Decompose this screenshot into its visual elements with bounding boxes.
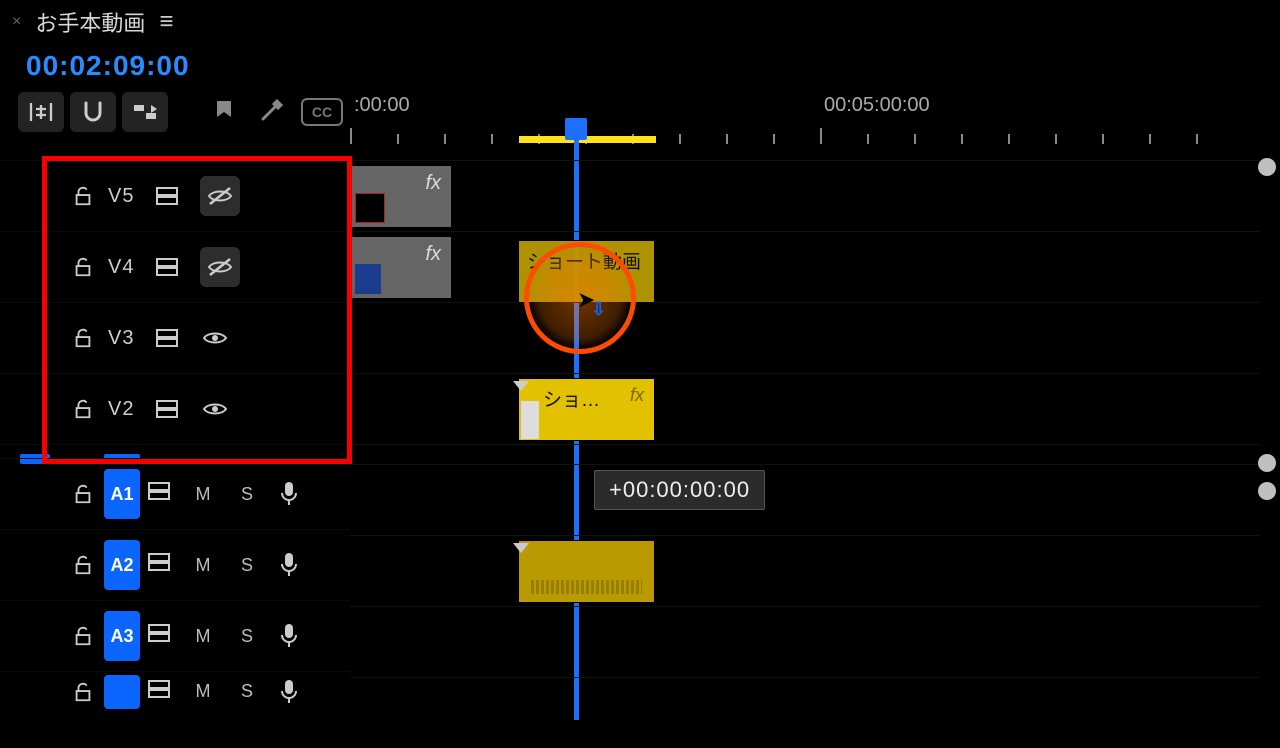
- annotation-highlight: [42, 156, 352, 464]
- track-header-a3[interactable]: A3 M S: [0, 600, 350, 671]
- fx-badge: fx: [425, 243, 441, 266]
- source-patch-a2[interactable]: A2: [104, 540, 140, 590]
- cc-icon: CC: [301, 98, 343, 126]
- lock-icon[interactable]: [72, 681, 94, 703]
- clip-a2[interactable]: [518, 540, 655, 603]
- track-header-a2[interactable]: A2 M S: [0, 529, 350, 600]
- source-patch-a4[interactable]: [104, 675, 140, 709]
- clip-thumbnail: [355, 264, 381, 294]
- playhead-handle[interactable]: [565, 118, 587, 140]
- source-patch-a1[interactable]: A1: [104, 469, 140, 519]
- mute-button[interactable]: M: [192, 484, 214, 505]
- track-header-a4[interactable]: M S: [0, 671, 350, 711]
- lane-a4[interactable]: [350, 677, 1260, 748]
- panel-menu-button[interactable]: ≡: [159, 8, 173, 36]
- drag-offset-tooltip: +00:00:00:00: [594, 470, 765, 510]
- snap-icon[interactable]: [70, 92, 116, 132]
- ruler-ticks: [350, 126, 1260, 144]
- lock-icon[interactable]: [72, 554, 94, 576]
- clip-title: ショ…: [543, 385, 600, 412]
- playhead-timecode[interactable]: 00:02:09:00: [26, 50, 190, 82]
- sequence-name[interactable]: お手本動画: [35, 6, 145, 38]
- marker-icon[interactable]: [204, 92, 244, 132]
- lane-a1[interactable]: [350, 464, 1260, 535]
- timeline-toolbar: CC: [18, 92, 348, 132]
- track-divider-handle[interactable]: [1258, 454, 1276, 472]
- clip-in-handle[interactable]: [513, 543, 529, 553]
- clip-v2[interactable]: ショ… fx: [518, 378, 655, 441]
- lane-v3[interactable]: [350, 302, 1260, 373]
- ripple-insert-icon[interactable]: [18, 92, 64, 132]
- settings-icon[interactable]: [250, 92, 290, 132]
- voiceover-mic-icon[interactable]: [280, 623, 298, 649]
- clip-thumbnail: [355, 193, 385, 223]
- audio-waveform: [531, 580, 642, 594]
- lane-v5[interactable]: fx: [350, 160, 1260, 231]
- solo-button[interactable]: S: [236, 555, 258, 576]
- lock-icon[interactable]: [72, 625, 94, 647]
- clip-v4[interactable]: fx: [350, 236, 452, 299]
- lane-v4[interactable]: fx: [350, 231, 1260, 302]
- annotation-click-circle: ➤ ⇩: [524, 242, 636, 354]
- lane-v2[interactable]: ショ… fx: [350, 373, 1260, 444]
- sync-lock-icon[interactable]: [148, 624, 170, 648]
- source-patch-a3[interactable]: A3: [104, 611, 140, 661]
- sync-lock-icon[interactable]: [148, 680, 170, 704]
- clip-thumbnail: [521, 401, 539, 439]
- voiceover-mic-icon[interactable]: [280, 481, 298, 507]
- captions-button[interactable]: CC: [296, 92, 348, 132]
- fx-badge: fx: [425, 172, 441, 195]
- time-ruler[interactable]: :00:00 00:05:00:00: [350, 96, 1260, 144]
- close-sequence-button[interactable]: ×: [12, 13, 21, 31]
- ruler-label-zero: :00:00: [354, 94, 410, 117]
- timeline-content[interactable]: fx fx ショ… fx ショート動画 ➤ ⇩ +00:00:: [350, 160, 1260, 720]
- mute-button[interactable]: M: [192, 626, 214, 647]
- toolbar-spacer: [174, 92, 198, 132]
- lane-a3[interactable]: [350, 606, 1260, 677]
- solo-button[interactable]: S: [236, 484, 258, 505]
- ruler-label-5min: 00:05:00:00: [824, 94, 930, 117]
- in-out-range[interactable]: [519, 136, 656, 143]
- mute-button[interactable]: M: [192, 555, 214, 576]
- voiceover-mic-icon[interactable]: [280, 679, 298, 705]
- linked-selection-icon[interactable]: [122, 92, 168, 132]
- lane-v1[interactable]: [350, 444, 1260, 458]
- mute-button[interactable]: M: [192, 681, 214, 702]
- lane-a2[interactable]: [350, 535, 1260, 606]
- sync-lock-icon[interactable]: [148, 553, 170, 577]
- fx-badge: fx: [630, 385, 644, 406]
- zoom-handle-bottom[interactable]: [1258, 482, 1276, 500]
- track-header-a1[interactable]: A1 M S: [0, 458, 350, 529]
- sync-lock-icon[interactable]: [148, 482, 170, 506]
- lock-icon[interactable]: [72, 483, 94, 505]
- voiceover-mic-icon[interactable]: [280, 552, 298, 578]
- clip-v5[interactable]: fx: [350, 165, 452, 228]
- clip-in-handle[interactable]: [513, 381, 529, 391]
- zoom-handle-top[interactable]: [1258, 158, 1276, 176]
- insert-cursor-icon: ⇩: [591, 299, 606, 320]
- solo-button[interactable]: S: [236, 681, 258, 702]
- solo-button[interactable]: S: [236, 626, 258, 647]
